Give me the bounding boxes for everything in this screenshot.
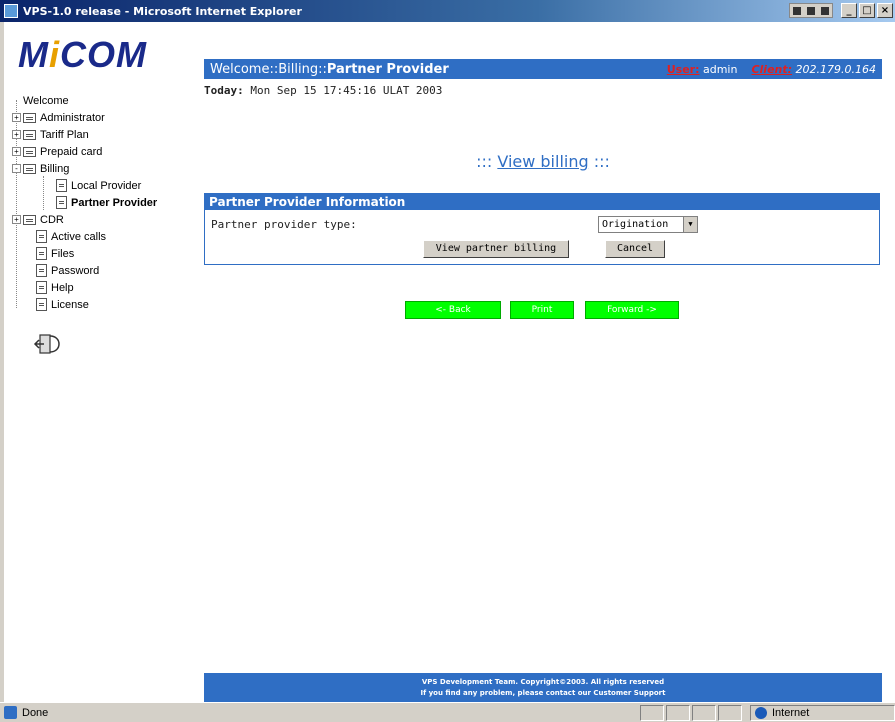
document-icon (36, 230, 47, 243)
sidebar-item-partner-provider[interactable]: Partner Provider (12, 194, 197, 211)
dropdown-arrow-icon[interactable]: ▼ (683, 217, 697, 232)
page-title: ::: View billing ::: (476, 152, 610, 171)
partner-provider-panel: Partner Provider Information Partner pro… (204, 193, 880, 265)
expand-icon[interactable]: + (12, 130, 21, 139)
document-icon (36, 298, 47, 311)
folder-icon (23, 214, 36, 225)
print-button[interactable]: Print (510, 301, 574, 319)
sidebar-item-local-provider[interactable]: Local Provider (12, 177, 197, 194)
today-date: Today: Mon Sep 15 17:45:16 ULAT 2003 (204, 84, 443, 97)
sidebar-item-billing[interactable]: - Billing (12, 160, 197, 177)
collapse-icon[interactable]: - (12, 164, 21, 173)
partner-provider-type-label: Partner provider type: (211, 218, 357, 231)
view-partner-billing-button[interactable]: View partner billing (423, 240, 569, 258)
close-button[interactable]: × (877, 3, 893, 18)
document-icon (36, 247, 47, 260)
cancel-button[interactable]: Cancel (605, 240, 665, 258)
window-title: VPS-1.0 release - Microsoft Internet Exp… (23, 4, 302, 18)
page-icon (4, 706, 17, 719)
globe-icon (755, 706, 767, 719)
minimize-button[interactable]: _ (841, 3, 857, 18)
user-info: User: admin (666, 62, 738, 76)
tray-icons (789, 3, 833, 18)
view-billing-link[interactable]: View billing (497, 152, 588, 171)
folder-icon (23, 146, 36, 157)
window-title-bar: VPS-1.0 release - Microsoft Internet Exp… (0, 0, 895, 22)
document-icon (36, 281, 47, 294)
page-footer: VPS Development Team. Copyright©2003. Al… (204, 673, 882, 702)
document-icon (36, 264, 47, 277)
expand-icon[interactable]: + (12, 215, 21, 224)
sidebar-item-active-calls[interactable]: Active calls (12, 228, 197, 245)
back-button[interactable]: <- Back (405, 301, 501, 319)
security-zone: Internet (750, 704, 895, 721)
panel-heading: Partner Provider Information (205, 194, 879, 210)
sidebar-tree: Welcome + Administrator + Tariff Plan + Pre… (12, 92, 197, 313)
expand-icon[interactable]: + (12, 147, 21, 156)
sidebar-item-welcome[interactable]: Welcome (12, 92, 197, 109)
folder-icon (23, 129, 36, 140)
folder-icon (23, 112, 36, 123)
partner-provider-type-select[interactable]: Origination ▼ (598, 216, 698, 233)
sidebar-item-files[interactable]: Files (12, 245, 197, 262)
sidebar-item-cdr[interactable]: + CDR (12, 211, 197, 228)
document-icon (56, 196, 67, 209)
forward-button[interactable]: Forward -> (585, 301, 679, 319)
status-text: Done (22, 706, 49, 719)
sidebar-item-tariff-plan[interactable]: + Tariff Plan (12, 126, 197, 143)
micom-logo: MiCOM (18, 34, 148, 75)
browser-content: MiCOM Welcome + Administrator + Tariff Pla… (4, 22, 895, 702)
sidebar-item-administrator[interactable]: + Administrator (12, 109, 197, 126)
folder-icon (23, 163, 36, 174)
expand-icon[interactable]: + (12, 113, 21, 122)
maximize-button[interactable]: □ (859, 3, 875, 18)
header-bar: Welcome::Billing::Partner Provider User:… (204, 59, 882, 79)
breadcrumb: Welcome::Billing::Partner Provider (210, 61, 449, 77)
sidebar-item-prepaid-card[interactable]: + Prepaid card (12, 143, 197, 160)
logout-icon[interactable] (32, 332, 68, 356)
sidebar-item-help[interactable]: Help (12, 279, 197, 296)
sidebar-item-password[interactable]: Password (12, 262, 197, 279)
browser-status-bar: Done Internet (0, 702, 895, 722)
document-icon (56, 179, 67, 192)
client-info: Client: 202.179.0.164 (751, 62, 876, 76)
ie-app-icon (4, 4, 18, 18)
sidebar-item-license[interactable]: License (12, 296, 197, 313)
